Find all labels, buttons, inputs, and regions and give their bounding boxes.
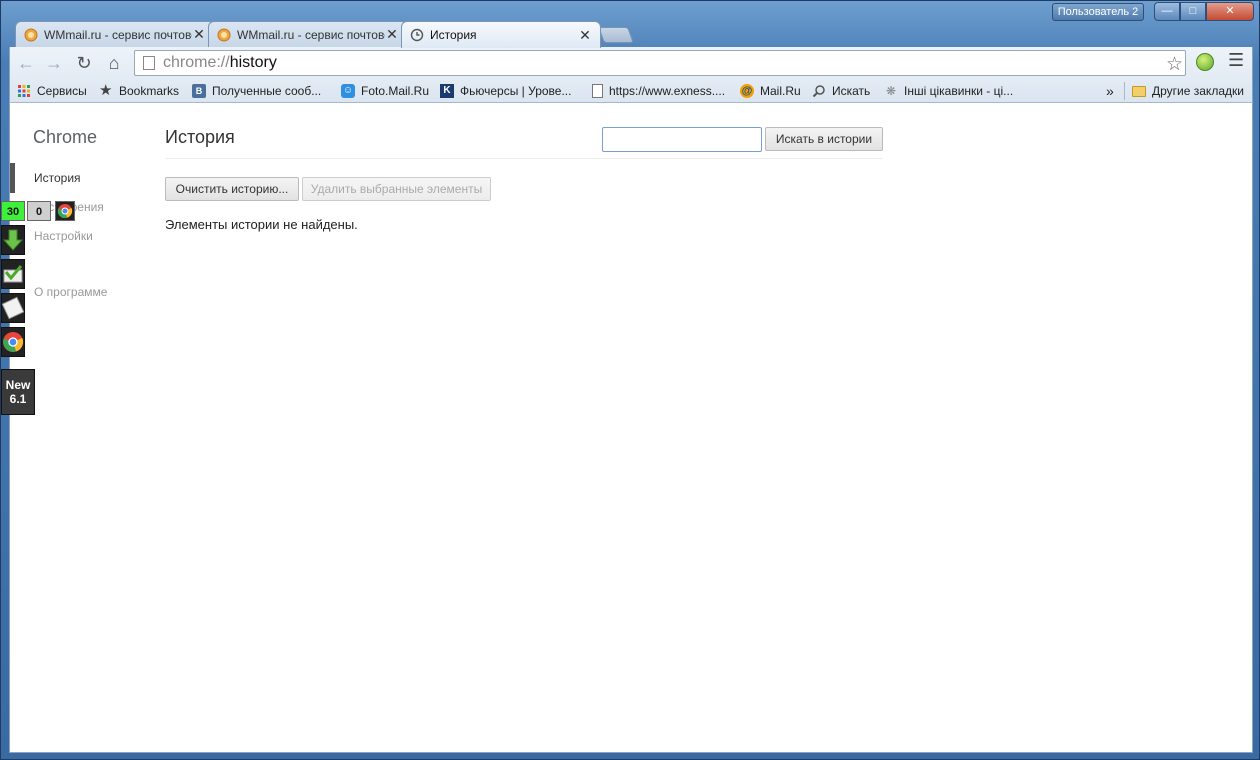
other-bookmarks-folder[interactable]: Другие закладки	[1132, 82, 1244, 100]
home-icon[interactable]: ⌂	[102, 51, 126, 75]
tab-history[interactable]: История ✕	[401, 21, 601, 48]
bookmarks-bar: Сервисы ★ Bookmarks B Полученные сооб...…	[9, 79, 1253, 103]
bookmark-label: https://www.exness....	[609, 84, 726, 98]
bookmark-search[interactable]: Искать	[812, 82, 870, 100]
sidebar-selection-indicator	[10, 163, 15, 193]
bookmark-mail-ru[interactable]: @ Mail.Ru	[740, 82, 801, 100]
bookmarks-overflow-button[interactable]: »	[1106, 82, 1114, 100]
badge-line: 6.1	[9, 392, 27, 406]
bookmark-futures[interactable]: K Фьючерсы | Урове...	[440, 82, 571, 100]
tab-title: WMmail.ru - сервис почтового	[237, 27, 385, 42]
bookmark-label: Фьючерсы | Урове...	[460, 84, 572, 98]
bookmark-foto-mail[interactable]: ☺ Foto.Mail.Ru	[341, 82, 429, 100]
bookmark-label: Інші цікавинки - ці...	[904, 84, 1014, 98]
history-clock-icon	[410, 28, 424, 42]
folder-icon	[1132, 85, 1146, 97]
sidebar-item-about[interactable]: О программе	[34, 285, 107, 299]
apps-grid-icon	[18, 85, 30, 97]
star-icon: ★	[99, 82, 113, 99]
search-history-button[interactable]: Искать в истории	[765, 127, 883, 151]
bookmark-bookmarks[interactable]: ★ Bookmarks	[99, 82, 179, 100]
clear-history-button[interactable]: Очистить историю...	[165, 177, 299, 201]
search-icon	[812, 85, 825, 98]
history-search-input[interactable]	[602, 127, 762, 152]
bug-icon: ❋	[885, 84, 897, 98]
vk-icon: B	[192, 84, 206, 98]
chrome-logo-icon[interactable]	[1, 327, 25, 357]
toolbar: ← → ↻ ⌂ chrome:// history ☆ ☰	[9, 47, 1253, 79]
page-content: Chrome История Расширения Настройки О пр…	[9, 103, 1253, 753]
delete-selected-button: Удалить выбранные элементы	[302, 177, 491, 201]
url-host: history	[229, 54, 277, 71]
bookmark-label: Искать	[832, 84, 871, 98]
badge-line: New	[5, 378, 31, 392]
counter-gray[interactable]: 0	[27, 201, 51, 221]
url-scheme: chrome://	[163, 54, 230, 71]
tab-wmmail-1[interactable]: WMmail.ru - сервис почтового ✕	[15, 21, 215, 47]
sidebar-item-history[interactable]: История	[34, 171, 81, 185]
bookmark-label: Bookmarks	[119, 84, 180, 98]
sidebar-title: Chrome	[33, 127, 98, 147]
tab-close-icon[interactable]: ✕	[578, 27, 592, 44]
bookmark-star-icon[interactable]: ☆	[1166, 53, 1183, 76]
chrome-small-icon[interactable]	[55, 201, 75, 221]
wmmail-favicon-icon	[24, 28, 38, 41]
bookmark-vk[interactable]: B Полученные сооб...	[192, 82, 321, 100]
reload-icon[interactable]: ↻	[72, 51, 96, 75]
download-arrow-icon[interactable]	[1, 225, 25, 255]
browser-window: Пользователь 2 — □ ✕ WMmail.ru - сервис …	[0, 0, 1260, 760]
divider	[165, 158, 883, 159]
envelope-stack-icon[interactable]	[1, 293, 25, 323]
bookmark-exness[interactable]: https://www.exness....	[592, 82, 725, 100]
tab-strip: WMmail.ru - сервис почтового ✕ WMmail.ru…	[9, 17, 1251, 48]
page-icon	[592, 84, 603, 98]
bookmark-label: Другие закладки	[1152, 84, 1244, 98]
sidebar-item-settings[interactable]: Настройки	[34, 229, 93, 243]
check-envelope-icon[interactable]	[1, 259, 25, 289]
extension-globe-icon[interactable]	[1196, 53, 1214, 71]
bookmark-services[interactable]: Сервисы	[17, 82, 87, 100]
page-title: История	[165, 127, 235, 147]
counter-green[interactable]: 30	[1, 201, 25, 221]
mail-at-icon: @	[740, 84, 754, 98]
empty-history-message: Элементы истории не найдены.	[165, 217, 358, 232]
tab-title: WMmail.ru - сервис почтового	[44, 27, 192, 42]
page-icon	[143, 56, 155, 70]
back-arrow-icon[interactable]: ←	[14, 51, 38, 75]
bookmark-other-interesting[interactable]: ❋ Інші цікавинки - ці...	[884, 82, 1013, 100]
omnibox[interactable]: chrome:// history ☆	[134, 50, 1186, 76]
k-logo-icon: K	[440, 84, 454, 98]
tab-title: История	[430, 28, 477, 42]
new-tab-button[interactable]	[598, 27, 634, 43]
forward-arrow-icon[interactable]: →	[42, 51, 66, 75]
tab-close-icon[interactable]: ✕	[385, 26, 399, 43]
wmmail-favicon-icon	[217, 28, 231, 41]
new-version-badge[interactable]: New 6.1	[1, 369, 35, 415]
bookmark-label: Foto.Mail.Ru	[361, 84, 430, 98]
tab-close-icon[interactable]: ✕	[192, 26, 206, 43]
bookmark-label: Mail.Ru	[760, 84, 801, 98]
smile-icon: ☺	[341, 84, 355, 98]
divider	[1124, 82, 1125, 100]
bookmark-label: Сервисы	[37, 84, 87, 98]
tab-wmmail-2[interactable]: WMmail.ru - сервис почтового ✕	[208, 21, 408, 47]
bookmark-label: Полученные сооб...	[212, 84, 322, 98]
menu-hamburger-icon[interactable]: ☰	[1228, 50, 1244, 71]
